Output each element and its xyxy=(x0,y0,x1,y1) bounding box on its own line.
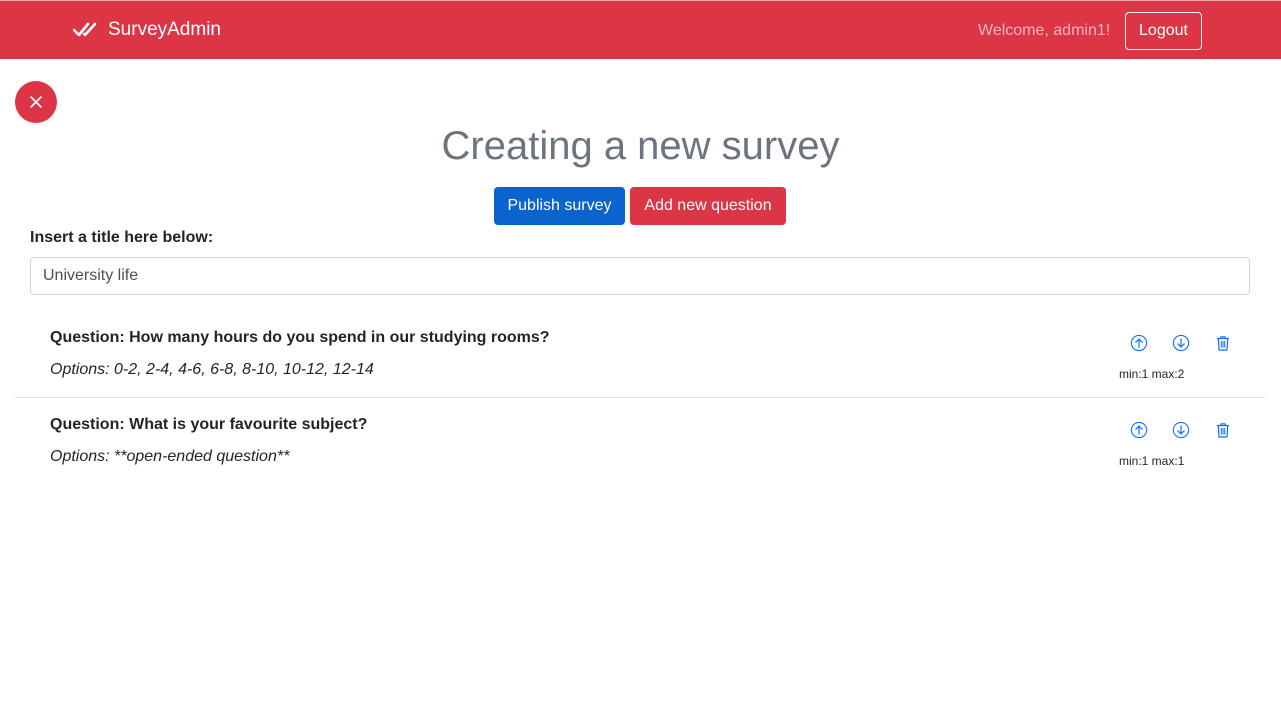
question-text: Question: How many hours do you spend in… xyxy=(50,329,550,346)
trash-icon xyxy=(1217,336,1229,351)
close-button[interactable] xyxy=(15,81,57,123)
question-text: Question: What is your favourite subject… xyxy=(50,416,368,433)
move-up-button[interactable] xyxy=(1130,334,1148,352)
arrow-up-circle-icon xyxy=(1130,334,1148,352)
delete-question-button[interactable] xyxy=(1214,334,1232,352)
move-down-button[interactable] xyxy=(1172,334,1190,352)
question-options: Options: 0-2, 2-4, 4-6, 6-8, 8-10, 10-12… xyxy=(50,361,374,378)
arrow-down-circle-icon xyxy=(1172,421,1190,439)
logout-button[interactable]: Logout xyxy=(1125,12,1202,50)
close-icon xyxy=(30,96,42,108)
survey-title-input[interactable] xyxy=(30,257,1250,295)
navbar: SurveyAdmin Welcome, admin1! Logout xyxy=(0,0,1281,59)
publish-survey-button[interactable]: Publish survey xyxy=(494,187,625,225)
question-item: Question: What is your favourite subject… xyxy=(15,399,1265,485)
page-title: Creating a new survey xyxy=(441,124,840,168)
arrow-down-circle-icon xyxy=(1172,334,1190,352)
welcome-text: Welcome, admin1! xyxy=(978,22,1111,39)
brand[interactable]: SurveyAdmin xyxy=(73,19,221,41)
arrow-up-circle-icon xyxy=(1130,421,1148,439)
add-question-button[interactable]: Add new question xyxy=(630,187,786,225)
brand-name: SurveyAdmin xyxy=(108,19,221,40)
move-up-button[interactable] xyxy=(1130,421,1148,439)
double-check-icon xyxy=(73,22,97,37)
trash-icon xyxy=(1217,423,1229,438)
min-max-label: min:1 max:2 xyxy=(1119,367,1185,381)
min-max-label: min:1 max:1 xyxy=(1119,454,1185,468)
delete-question-button[interactable] xyxy=(1214,421,1232,439)
question-item: Question: How many hours do you spend in… xyxy=(15,312,1265,398)
move-down-button[interactable] xyxy=(1172,421,1190,439)
title-label: Insert a title here below: xyxy=(30,229,214,246)
question-options: Options: **open-ended question** xyxy=(50,448,290,465)
